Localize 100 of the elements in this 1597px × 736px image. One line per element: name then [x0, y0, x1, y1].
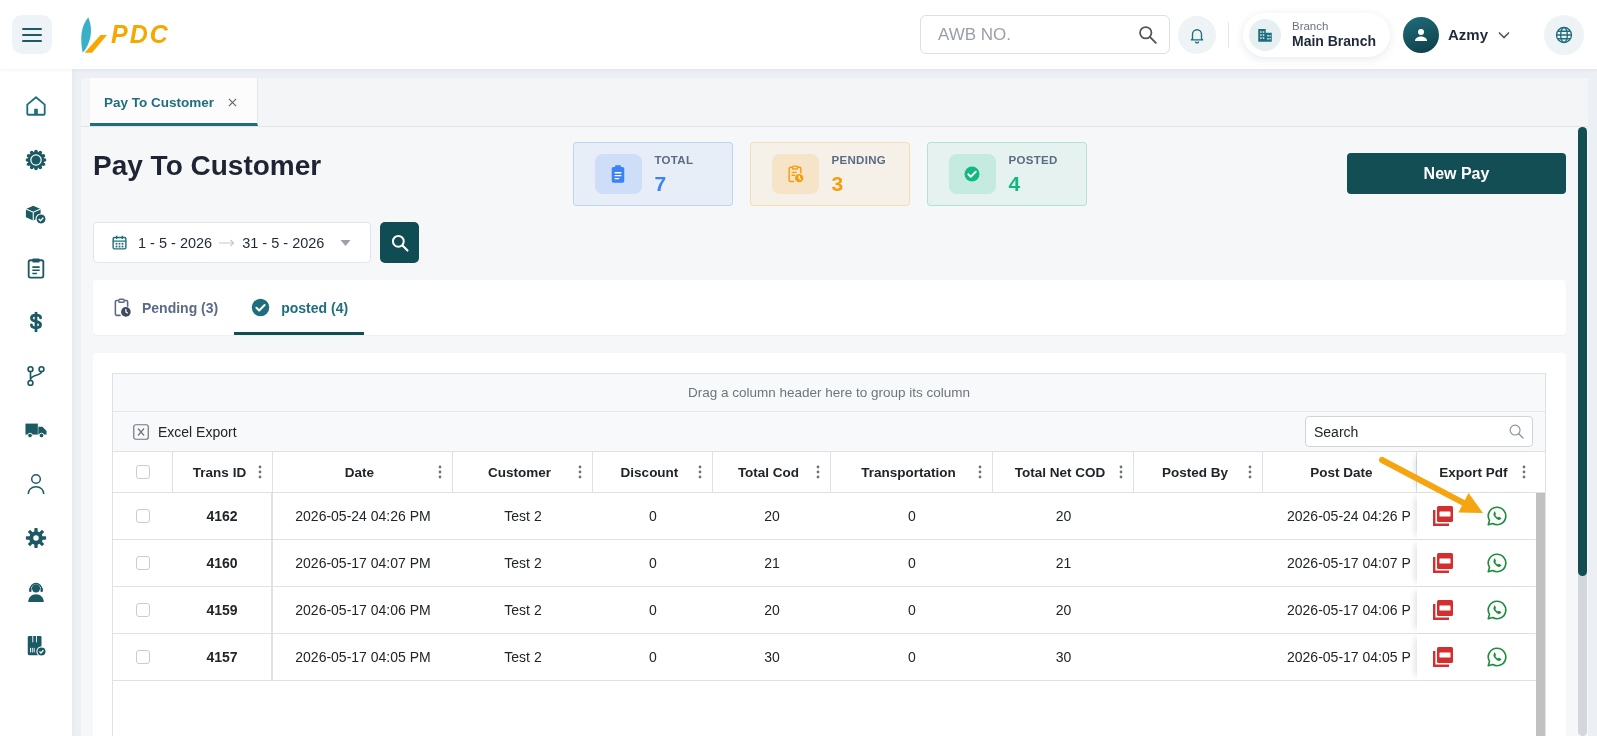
- table-cell: 0: [649, 602, 657, 618]
- table-cell: 4162: [206, 508, 238, 524]
- row-checkbox[interactable]: [136, 556, 150, 570]
- status-tab[interactable]: posted (4): [234, 280, 365, 335]
- stat-value: 4: [1008, 172, 1021, 195]
- table-cell: 0: [908, 649, 916, 665]
- table-cell: 2026-05-17 04:05 P: [1287, 649, 1411, 665]
- table-cell: 20: [764, 508, 780, 524]
- column-menu-icon[interactable]: [978, 465, 982, 479]
- select-all-checkbox[interactable]: [135, 465, 150, 479]
- column-menu-icon[interactable]: [578, 465, 582, 479]
- clipboard-clock-icon: [771, 154, 819, 194]
- close-icon[interactable]: [228, 97, 238, 107]
- check-circle-icon: [250, 297, 272, 318]
- table-cell: 0: [908, 602, 916, 618]
- scrollbar-thumb[interactable]: [1578, 127, 1587, 576]
- table-cell: 2026-05-24 04:26 P: [1287, 508, 1411, 524]
- column-menu-icon[interactable]: [258, 465, 262, 479]
- awb-search-field[interactable]: AWB NO.: [919, 15, 1170, 54]
- branch-icon[interactable]: [25, 365, 47, 387]
- phone-chat-icon[interactable]: [1485, 599, 1508, 621]
- new-pay-button[interactable]: New Pay: [1347, 153, 1566, 194]
- search-button[interactable]: [380, 222, 419, 263]
- table-cell: 0: [649, 649, 657, 665]
- stat-value: 3: [831, 172, 844, 195]
- arrow-right-icon: [219, 238, 236, 247]
- settings-icon[interactable]: [25, 527, 47, 549]
- branch-selector[interactable]: Branch Main Branch: [1242, 12, 1390, 57]
- row-checkbox[interactable]: [136, 650, 150, 664]
- column-menu-icon[interactable]: [1119, 465, 1123, 479]
- document-icon[interactable]: [1431, 646, 1454, 668]
- group-hint: Drag a column header here to group its column: [687, 385, 971, 400]
- logo-leaf-icon: [78, 15, 108, 54]
- calendar-icon: [111, 234, 128, 251]
- grid-search-field[interactable]: Search: [1305, 416, 1533, 447]
- table-cell: Test 2: [504, 508, 542, 524]
- document-icon[interactable]: [1431, 599, 1454, 621]
- table-cell: Test 2: [504, 555, 542, 571]
- table-cell: 0: [908, 508, 916, 524]
- phone-chat-icon[interactable]: [1485, 646, 1508, 668]
- language-button[interactable]: [1544, 14, 1584, 55]
- headset-person-icon[interactable]: [25, 581, 47, 603]
- notifications-button[interactable]: [1177, 15, 1216, 54]
- phone-chat-icon[interactable]: [1485, 552, 1508, 574]
- logo-text: PDC: [111, 20, 170, 49]
- clipboard-icon[interactable]: [25, 257, 47, 279]
- table-cell: 0: [649, 508, 657, 524]
- search-icon[interactable]: [1136, 24, 1158, 45]
- boxes-check-icon[interactable]: [25, 203, 47, 225]
- avatar-icon[interactable]: [1403, 16, 1439, 53]
- badge-icon[interactable]: [25, 149, 47, 171]
- column-menu-icon[interactable]: [698, 465, 702, 479]
- user-name[interactable]: Azmy: [1448, 26, 1488, 43]
- stat-label: TOTAL: [654, 153, 694, 167]
- table-cell: 0: [649, 555, 657, 571]
- stat-label: PENDING: [831, 153, 886, 167]
- column-menu-icon[interactable]: [1522, 465, 1526, 479]
- home-icon[interactable]: [25, 95, 47, 117]
- row-checkbox[interactable]: [136, 509, 150, 523]
- building-icon: [1248, 18, 1281, 51]
- search-icon[interactable]: [1508, 423, 1525, 440]
- status-tab[interactable]: Pending (3): [95, 280, 235, 335]
- scrollbar-track[interactable]: [1578, 127, 1587, 736]
- page-title: Pay To Customer: [93, 149, 322, 183]
- column-menu-icon[interactable]: [1248, 465, 1252, 479]
- menu-button[interactable]: [12, 15, 52, 54]
- document-icon[interactable]: [1431, 505, 1454, 527]
- start-date: 1 - 5 - 2026: [138, 234, 213, 251]
- column-header[interactable]: Export Pdf: [1417, 452, 1536, 492]
- table-cell: 0: [908, 555, 916, 571]
- excel-export-button[interactable]: Excel Export: [133, 423, 237, 440]
- caret-down-icon[interactable]: [340, 239, 351, 246]
- chevron-down-icon[interactable]: [1498, 30, 1510, 39]
- table-cell: 2026-05-17 04:06 P: [1287, 602, 1411, 618]
- clipboard-list-icon: [594, 154, 642, 194]
- package-check-icon[interactable]: [25, 635, 47, 657]
- document-icon[interactable]: [1431, 552, 1454, 574]
- phone-chat-icon[interactable]: [1485, 505, 1508, 527]
- column-menu-icon[interactable]: [438, 465, 442, 479]
- table-cell: 20: [1055, 508, 1072, 524]
- table-cell: Test 2: [504, 649, 542, 665]
- row-checkbox[interactable]: [136, 603, 150, 617]
- date-range-picker[interactable]: 1 - 5 - 2026 31 - 5 - 2026: [93, 222, 371, 263]
- table-cell: 30: [1055, 649, 1072, 665]
- table-cell: 2026-05-17 04:07 PM: [295, 555, 431, 571]
- table-cell: 2026-05-24 04:26 PM: [295, 508, 431, 524]
- page-tab[interactable]: Pay To Customer: [90, 78, 259, 126]
- table-cell: 21: [764, 555, 780, 571]
- table-cell: 30: [764, 649, 780, 665]
- person-icon[interactable]: [25, 473, 47, 495]
- grid-scrollbar[interactable]: [1536, 493, 1545, 736]
- table-cell: 2026-05-17 04:07 P: [1287, 555, 1411, 571]
- menu-icon: [22, 27, 42, 42]
- column-menu-icon[interactable]: [816, 465, 820, 479]
- search-icon: [389, 232, 410, 253]
- table-cell: 20: [1055, 602, 1072, 618]
- x-square-icon: [133, 423, 149, 440]
- table-cell: 21: [1055, 555, 1072, 571]
- stat-value: 7: [654, 172, 667, 195]
- table-cell: 4157: [206, 649, 238, 665]
